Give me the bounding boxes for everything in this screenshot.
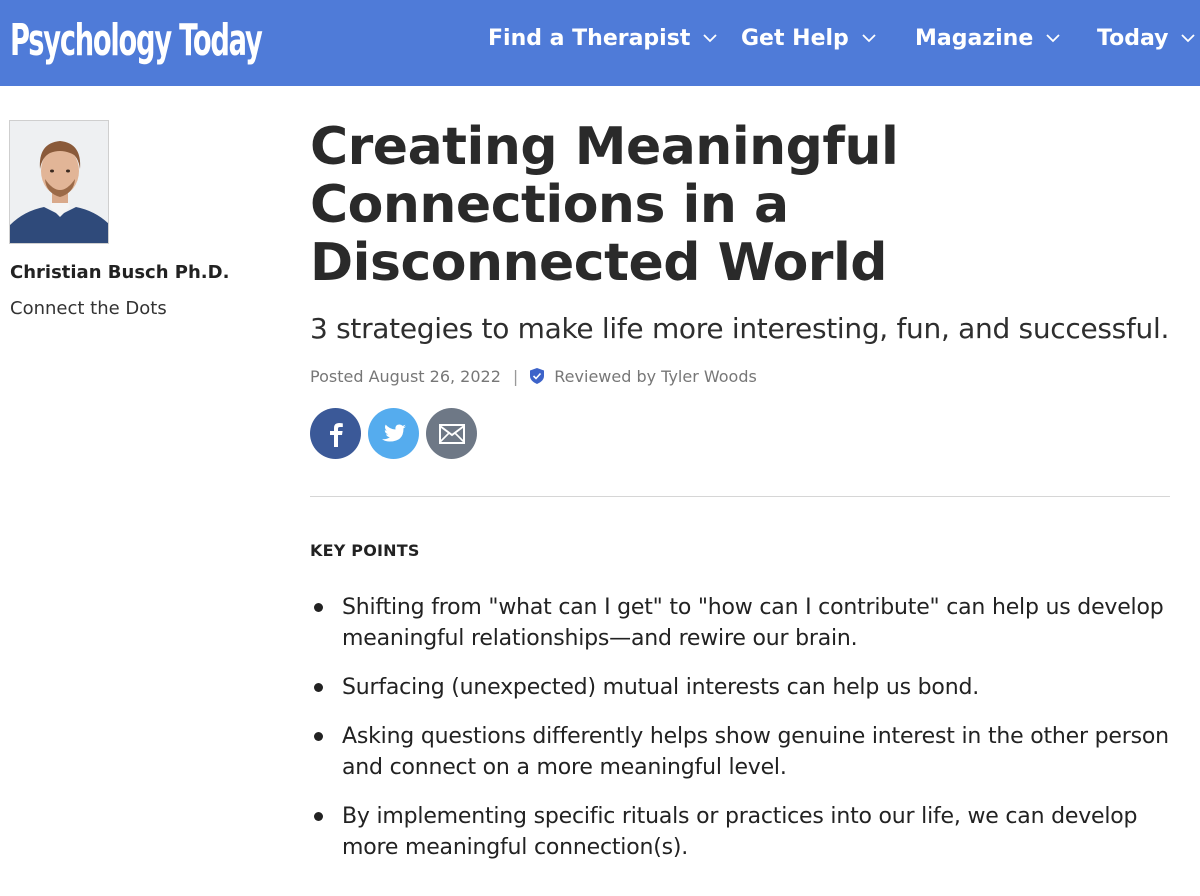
site-logo[interactable]: Psychology Today — [10, 10, 263, 70]
chevron-down-icon — [1181, 34, 1196, 43]
reviewed-by[interactable]: Reviewed by Tyler Woods — [554, 367, 757, 386]
key-point-item: Shifting from "what can I get" to "how c… — [310, 592, 1170, 654]
nav-find-therapist-label: Find a Therapist — [488, 25, 691, 51]
share-twitter-button[interactable] — [368, 408, 419, 459]
verified-shield-icon — [530, 368, 545, 384]
key-point-item: By implementing specific rituals or prac… — [310, 801, 1170, 863]
key-points-list: Shifting from "what can I get" to "how c… — [310, 592, 1170, 881]
article-subtitle: 3 strategies to make life more interesti… — [310, 312, 1170, 345]
meta-separator: | — [512, 366, 519, 386]
article-title: Creating Meaningful Connections in a Dis… — [310, 117, 899, 293]
nav-get-help-label: Get Help — [741, 25, 849, 51]
nav-today-label: Today — [1097, 25, 1169, 51]
share-email-button[interactable] — [426, 408, 477, 459]
nav-find-therapist[interactable]: Find a Therapist — [488, 22, 718, 54]
posted-date: Posted August 26, 2022 — [310, 366, 501, 386]
author-avatar[interactable] — [9, 120, 109, 244]
nav-magazine[interactable]: Magazine — [915, 22, 1061, 54]
facebook-icon — [329, 422, 343, 447]
share-buttons — [310, 408, 477, 459]
twitter-icon — [381, 424, 406, 441]
blog-name[interactable]: Connect the Dots — [10, 298, 167, 319]
key-points-heading: KEY POINTS — [310, 541, 420, 560]
key-point-item: Surfacing (unexpected) mutual interests … — [310, 672, 1170, 703]
key-point-item: Asking questions differently helps show … — [310, 721, 1170, 783]
email-icon — [438, 423, 465, 444]
chevron-down-icon — [1046, 34, 1060, 43]
article-meta: Posted August 26, 2022 | Reviewed by Tyl… — [310, 364, 757, 388]
chevron-down-icon — [862, 34, 876, 43]
chevron-down-icon — [703, 34, 717, 43]
author-portrait-image — [10, 121, 108, 243]
author-name[interactable]: Christian Busch Ph.D. — [10, 262, 229, 283]
nav-today[interactable]: Today — [1097, 22, 1196, 54]
section-divider — [310, 496, 1170, 497]
nav-get-help[interactable]: Get Help — [741, 22, 877, 54]
share-facebook-button[interactable] — [310, 408, 361, 459]
top-navbar: Psychology Today Find a Therapist Get He… — [0, 0, 1200, 86]
nav-magazine-label: Magazine — [915, 25, 1034, 51]
